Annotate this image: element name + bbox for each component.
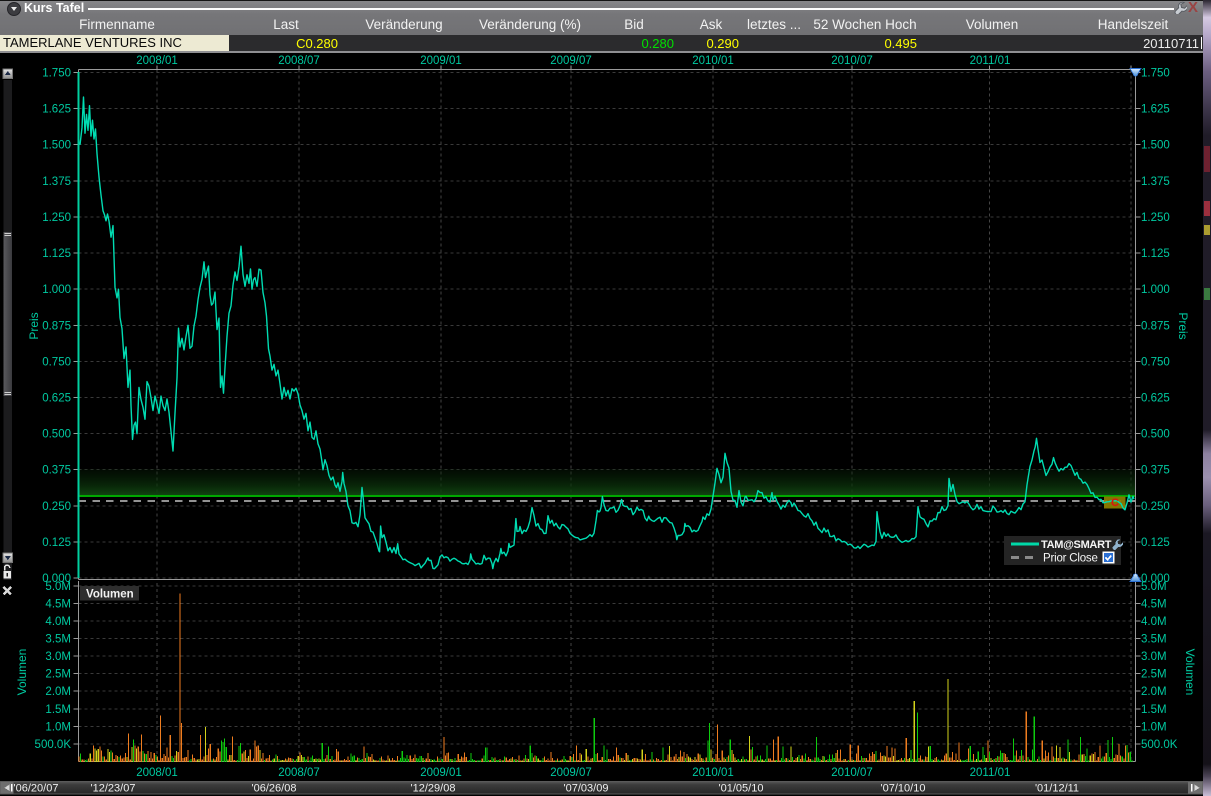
svg-text:3.5M: 3.5M xyxy=(1141,634,1167,646)
svg-text:1.625: 1.625 xyxy=(1141,104,1170,116)
svg-text:'01/12/11: '01/12/11 xyxy=(1035,783,1079,795)
svg-text:2010/07: 2010/07 xyxy=(831,767,873,779)
svg-text:2011/01: 2011/01 xyxy=(970,767,1011,779)
svg-text:0.125: 0.125 xyxy=(1141,537,1170,549)
svg-text:1.5M: 1.5M xyxy=(45,704,71,716)
svg-text:1.000: 1.000 xyxy=(1141,284,1170,296)
svg-text:Volumen: Volumen xyxy=(86,589,134,601)
svg-text:4.0M: 4.0M xyxy=(1141,616,1167,628)
svg-text:0.625: 0.625 xyxy=(42,393,71,405)
svg-text:2009/01: 2009/01 xyxy=(420,767,462,779)
svg-text:3.0M: 3.0M xyxy=(1141,651,1167,663)
svg-text:0.250: 0.250 xyxy=(1141,501,1170,513)
svg-text:0.500: 0.500 xyxy=(1141,429,1170,441)
svg-text:'06/26/08: '06/26/08 xyxy=(252,783,297,795)
svg-text:2010/07: 2010/07 xyxy=(831,55,873,67)
svg-text:4.0M: 4.0M xyxy=(45,616,71,628)
svg-text:'12/29/08: '12/29/08 xyxy=(411,783,456,795)
svg-text:0.875: 0.875 xyxy=(1141,320,1170,332)
svg-text:1.125: 1.125 xyxy=(42,248,71,260)
svg-text:500.0K: 500.0K xyxy=(1141,739,1178,751)
svg-text:4.5M: 4.5M xyxy=(45,598,71,610)
svg-text:0.750: 0.750 xyxy=(1141,356,1170,368)
svg-text:'12/23/07: '12/23/07 xyxy=(91,783,136,795)
svg-text:1.250: 1.250 xyxy=(42,212,71,224)
svg-text:2.5M: 2.5M xyxy=(45,669,71,681)
svg-text:0.875: 0.875 xyxy=(42,320,71,332)
svg-text:Prior Close: Prior Close xyxy=(1043,553,1098,565)
svg-text:1.0M: 1.0M xyxy=(1141,721,1167,733)
svg-text:TAM@SMART: TAM@SMART xyxy=(1041,539,1112,551)
svg-text:Volumen: Volumen xyxy=(15,649,29,696)
svg-text:1.625: 1.625 xyxy=(42,104,71,116)
svg-text:2008/01: 2008/01 xyxy=(136,55,178,67)
svg-text:2009/01: 2009/01 xyxy=(420,55,462,67)
svg-text:2010/01: 2010/01 xyxy=(692,55,734,67)
svg-text:2008/07: 2008/07 xyxy=(278,55,320,67)
svg-text:0.250: 0.250 xyxy=(42,501,71,513)
svg-text:'07/03/09: '07/03/09 xyxy=(564,783,609,795)
svg-text:1.500: 1.500 xyxy=(1141,140,1170,152)
svg-text:2009/07: 2009/07 xyxy=(550,767,592,779)
svg-text:1.750: 1.750 xyxy=(42,68,71,80)
svg-text:1.000: 1.000 xyxy=(42,284,71,296)
svg-text:3.5M: 3.5M xyxy=(45,634,71,646)
svg-text:5.0M: 5.0M xyxy=(1141,581,1167,593)
svg-text:'06/20/07: '06/20/07 xyxy=(14,783,59,795)
svg-text:0.500: 0.500 xyxy=(42,429,71,441)
svg-text:2008/07: 2008/07 xyxy=(278,767,320,779)
svg-text:1.0M: 1.0M xyxy=(45,721,71,733)
svg-text:2008/01: 2008/01 xyxy=(136,767,178,779)
svg-text:Volumen: Volumen xyxy=(1183,649,1197,696)
svg-text:C: C xyxy=(1111,497,1119,509)
svg-text:1.375: 1.375 xyxy=(1141,176,1170,188)
svg-text:2010/01: 2010/01 xyxy=(692,767,734,779)
svg-text:Preis: Preis xyxy=(27,312,41,339)
svg-text:3.0M: 3.0M xyxy=(45,651,71,663)
svg-text:'07/10/10: '07/10/10 xyxy=(881,783,926,795)
svg-text:2009/07: 2009/07 xyxy=(550,55,592,67)
svg-text:0.375: 0.375 xyxy=(1141,465,1170,477)
svg-text:'01/05/10: '01/05/10 xyxy=(719,783,764,795)
svg-text:1.5M: 1.5M xyxy=(1141,704,1167,716)
svg-text:1.375: 1.375 xyxy=(42,176,71,188)
svg-text:0.375: 0.375 xyxy=(42,465,71,477)
svg-text:5.0M: 5.0M xyxy=(45,581,71,593)
svg-text:1.250: 1.250 xyxy=(1141,212,1170,224)
svg-text:2.5M: 2.5M xyxy=(1141,669,1167,681)
svg-text:1.500: 1.500 xyxy=(42,140,71,152)
svg-text:1.125: 1.125 xyxy=(1141,248,1170,260)
svg-text:0.625: 0.625 xyxy=(1141,393,1170,405)
svg-text:4.5M: 4.5M xyxy=(1141,598,1167,610)
svg-text:0.750: 0.750 xyxy=(42,356,71,368)
svg-text:500.0K: 500.0K xyxy=(35,739,72,751)
svg-text:0.125: 0.125 xyxy=(42,537,71,549)
svg-text:1.750: 1.750 xyxy=(1141,68,1170,80)
svg-text:Preis: Preis xyxy=(1176,312,1190,339)
svg-text:2.0M: 2.0M xyxy=(45,686,71,698)
svg-text:2.0M: 2.0M xyxy=(1141,686,1167,698)
svg-text:2011/01: 2011/01 xyxy=(970,55,1011,67)
